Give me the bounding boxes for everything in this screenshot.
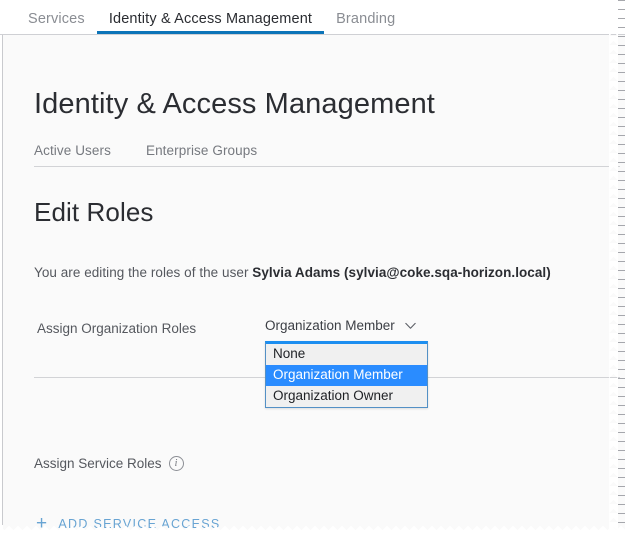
subtab-divider <box>34 166 620 167</box>
top-tab-list: Services Identity & Access Management Br… <box>0 0 625 34</box>
add-service-access-button[interactable]: + ADD SERVICE ACCESS <box>36 514 221 533</box>
organization-roles-dropdown-list[interactable]: None Organization Member Organization Ow… <box>265 341 428 408</box>
subtab-enterprise-groups[interactable]: Enterprise Groups <box>146 143 257 158</box>
assign-service-roles-text: Assign Service Roles <box>34 456 162 471</box>
editing-user-name: Sylvia Adams (sylvia@coke.sqa-horizon.lo… <box>252 265 551 280</box>
organization-roles-select[interactable]: Organization Member None Organization Me… <box>265 318 428 408</box>
window-left-border <box>2 35 3 525</box>
top-tab-bar: Services Identity & Access Management Br… <box>0 0 625 35</box>
assign-service-roles-label: Assign Service Roles i <box>34 456 184 471</box>
section-title: Edit Roles <box>34 197 154 227</box>
editing-user-text: You are editing the roles of the user Sy… <box>34 265 551 280</box>
chevron-down-icon <box>405 322 416 330</box>
sub-tab-list: Active Users Enterprise Groups <box>34 143 292 158</box>
app-window: Services Identity & Access Management Br… <box>0 0 625 535</box>
page-title: Identity & Access Management <box>34 88 435 120</box>
tab-services[interactable]: Services <box>16 11 97 35</box>
tab-branding[interactable]: Branding <box>324 11 407 35</box>
dropdown-option-organization-owner[interactable]: Organization Owner <box>266 386 427 407</box>
dropdown-option-none[interactable]: None <box>266 344 427 365</box>
plus-icon: + <box>36 513 49 534</box>
tab-identity-access-management[interactable]: Identity & Access Management <box>96 11 325 35</box>
add-service-access-label: ADD SERVICE ACCESS <box>58 516 221 531</box>
dropdown-option-organization-member[interactable]: Organization Member <box>266 365 427 386</box>
organization-roles-select-value[interactable]: Organization Member <box>265 318 416 336</box>
editing-prefix: You are editing the roles of the user <box>34 265 253 280</box>
subtab-active-users[interactable]: Active Users <box>34 143 111 158</box>
main-content: Identity & Access Management Active User… <box>3 35 625 535</box>
info-icon[interactable]: i <box>168 456 184 471</box>
assign-organization-roles-label: Assign Organization Roles <box>37 321 197 336</box>
organization-roles-selected-label: Organization Member <box>265 318 395 333</box>
